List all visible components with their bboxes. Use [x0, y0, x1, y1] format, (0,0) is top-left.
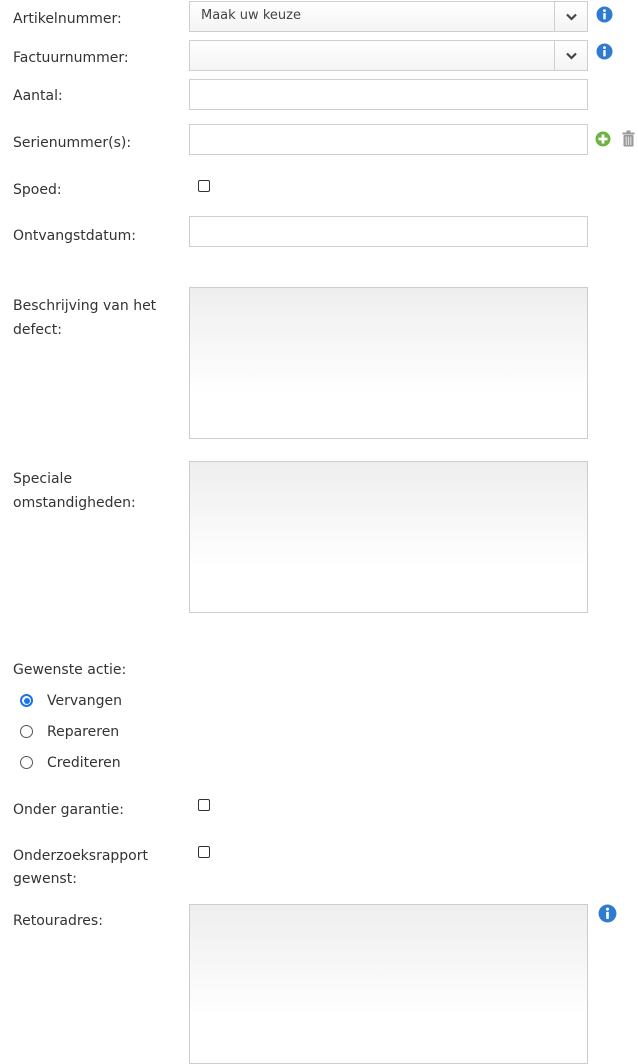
radio-label-vervangen: Vervangen: [47, 693, 122, 709]
artikelnummer-selected-value: Maak uw keuze: [201, 8, 301, 23]
artikelnummer-dropdown-button[interactable]: [554, 2, 587, 31]
ontvangstdatum-label: Ontvangstdatum:: [13, 228, 136, 244]
plus-circle-icon[interactable]: [595, 131, 611, 147]
chevron-down-icon: [566, 52, 577, 60]
radio-vervangen[interactable]: [20, 694, 33, 707]
beschrijving-label-line2: defect:: [13, 322, 62, 338]
spoed-label: Spoed:: [13, 182, 62, 198]
onderzoeksrapport-label-line1: Onderzoeksrapport: [13, 848, 148, 864]
spoed-checkbox[interactable]: [198, 180, 210, 192]
onderzoeksrapport-label-line2: gewenst:: [13, 871, 77, 887]
retouradres-label: Retouradres:: [13, 913, 103, 929]
radio-crediteren[interactable]: [20, 756, 33, 769]
speciale-textarea[interactable]: [189, 461, 588, 613]
trash-icon[interactable]: [622, 130, 635, 147]
ontvangstdatum-input[interactable]: [189, 216, 588, 247]
gewenste-actie-label: Gewenste actie:: [13, 662, 127, 678]
onder-garantie-checkbox[interactable]: [198, 799, 210, 811]
factuurnummer-dropdown-button[interactable]: [554, 41, 587, 70]
speciale-label-line2: omstandigheden:: [13, 495, 136, 511]
factuurnummer-select[interactable]: [189, 40, 588, 71]
aantal-input[interactable]: [189, 79, 588, 110]
artikelnummer-select[interactable]: Maak uw keuze: [189, 1, 588, 32]
radio-label-crediteren: Crediteren: [47, 755, 121, 771]
info-icon[interactable]: [596, 6, 613, 23]
onder-garantie-label: Onder garantie:: [13, 802, 124, 818]
beschrijving-label-line1: Beschrijving van het: [13, 298, 157, 314]
aantal-label: Aantal:: [13, 88, 63, 104]
info-icon[interactable]: [598, 904, 617, 923]
serienummers-label: Serienummer(s):: [13, 135, 132, 151]
onderzoeksrapport-checkbox[interactable]: [198, 846, 210, 858]
speciale-label-line1: Speciale: [13, 471, 73, 487]
radio-label-repareren: Repareren: [47, 724, 120, 740]
info-icon[interactable]: [596, 43, 613, 60]
radio-repareren[interactable]: [20, 725, 33, 738]
beschrijving-textarea[interactable]: [189, 287, 588, 439]
factuurnummer-label: Factuurnummer:: [13, 50, 129, 66]
retouradres-textarea[interactable]: [189, 904, 588, 1064]
artikelnummer-label: Artikelnummer:: [13, 11, 122, 27]
chevron-down-icon: [566, 13, 577, 21]
serienummers-input[interactable]: [189, 124, 588, 155]
